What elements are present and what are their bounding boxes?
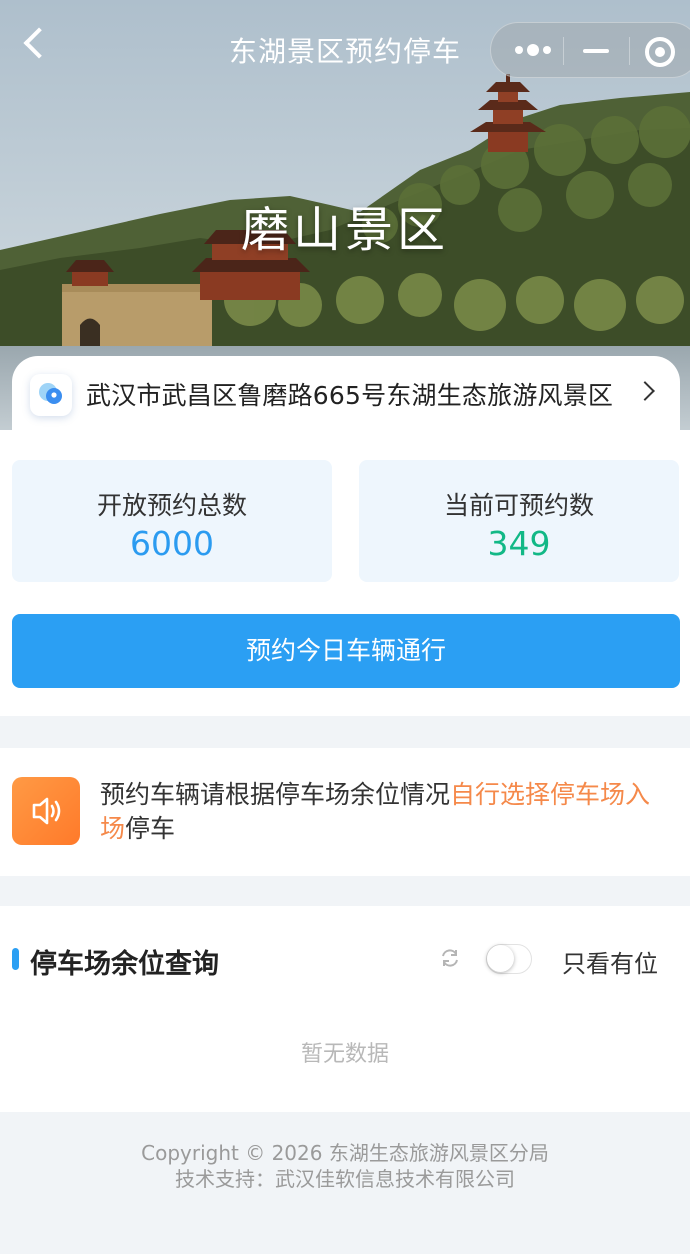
tech-support-text: 技术支持：武汉佳软信息技术有限公司 — [175, 1167, 515, 1191]
total-reservations-card: 开放预约总数 6000 — [12, 460, 332, 582]
reserve-today-button[interactable]: 预约今日车辆通行 — [12, 614, 680, 688]
hero-banner: 东湖景区预约停车 磨山景区 武汉市武昌区鲁磨路665号东湖生态旅游风景区 — [0, 0, 690, 440]
reservation-stats-section: 开放预约总数 6000 当前可预约数 349 预约今日车辆通行 — [0, 430, 690, 716]
available-reservations-card: 当前可预约数 349 — [359, 460, 679, 582]
total-reservations-value: 6000 — [130, 524, 214, 563]
notice-text-end: 停车 — [125, 814, 176, 843]
mini-program-capsule — [490, 22, 690, 78]
speaker-icon — [12, 777, 80, 845]
footer: Copyright © 2026 东湖生态旅游风景区分局 技术支持：武汉佳软信息… — [0, 1140, 690, 1192]
empty-state-text: 暂无数据 — [300, 1042, 389, 1067]
nav-bar: 东湖景区预约停车 — [0, 0, 690, 96]
only-available-label: 只看有位 — [562, 950, 658, 978]
address-text: 武汉市武昌区鲁磨路665号东湖生态旅游风景区 — [86, 381, 614, 410]
only-available-toggle[interactable] — [486, 944, 532, 974]
copyright-text: Copyright © 2026 东湖生态旅游风景区分局 — [141, 1141, 549, 1165]
notice-text-start: 预约车辆请根据停车场余位情况 — [100, 780, 451, 809]
total-reservations-label: 开放预约总数 — [96, 491, 247, 520]
notice-section: 预约车辆请根据停车场余位情况自行选择停车场入场停车 — [0, 748, 690, 876]
capsule-divider — [629, 37, 630, 65]
refresh-icon[interactable] — [438, 946, 462, 970]
more-dots-icon[interactable] — [515, 43, 551, 57]
address-bar[interactable]: 武汉市武昌区鲁磨路665号东湖生态旅游风景区 — [12, 356, 680, 440]
notice-text: 预约车辆请根据停车场余位情况自行选择停车场入场停车 — [100, 778, 670, 846]
available-reservations-value: 349 — [487, 524, 551, 563]
minimize-icon[interactable] — [583, 49, 609, 53]
parking-availability-section: 停车场余位查询 只看有位 暂无数据 — [0, 906, 690, 1112]
location-pin-icon — [30, 374, 72, 416]
chevron-right-icon — [635, 381, 655, 401]
available-reservations-label: 当前可预约数 — [443, 491, 594, 520]
scenic-area-name: 磨山景区 — [240, 202, 449, 258]
section-accent-bar — [12, 948, 19, 970]
section-title: 停车场余位查询 — [30, 949, 219, 980]
page: 东湖景区预约停车 磨山景区 武汉市武昌区鲁磨路665号东湖生态旅游风景区 开放预… — [0, 0, 690, 1254]
capsule-divider — [563, 37, 564, 65]
close-circle-icon[interactable] — [645, 37, 675, 67]
chevron-left-icon[interactable] — [18, 26, 54, 62]
